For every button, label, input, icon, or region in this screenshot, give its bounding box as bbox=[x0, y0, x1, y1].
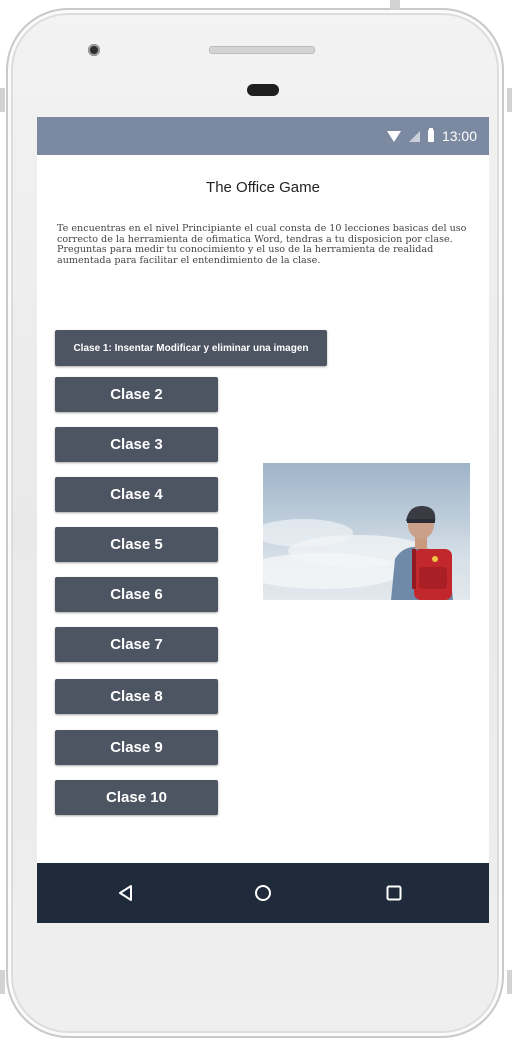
battery-icon bbox=[427, 128, 434, 142]
home-button[interactable] bbox=[233, 863, 293, 923]
traveler-photo bbox=[263, 463, 470, 600]
traveler-illustration bbox=[263, 505, 453, 600]
wifi-icon bbox=[386, 130, 401, 142]
class-7-button[interactable]: Clase 7 bbox=[55, 627, 218, 662]
class-3-button[interactable]: Clase 3 bbox=[55, 427, 218, 462]
status-time: 13:00 bbox=[441, 128, 477, 144]
class-4-button[interactable]: Clase 4 bbox=[55, 477, 218, 512]
status-icons: 13:00 bbox=[386, 117, 477, 155]
intro-paragraph: Te encuentras en el nivel Principiante e… bbox=[57, 223, 467, 266]
back-icon bbox=[119, 885, 132, 901]
recent-apps-icon bbox=[386, 885, 402, 901]
class-8-button[interactable]: Clase 8 bbox=[55, 679, 218, 714]
status-bar: 13:00 bbox=[37, 117, 489, 155]
signal-icon bbox=[408, 130, 420, 142]
phone-screen: 13:00 The Office Game Te encuentras en e… bbox=[37, 117, 489, 923]
phone-side-button bbox=[507, 970, 512, 994]
class-6-button[interactable]: Clase 6 bbox=[55, 577, 218, 612]
front-camera bbox=[88, 44, 100, 56]
top-speaker-grille bbox=[209, 46, 315, 54]
class-9-button[interactable]: Clase 9 bbox=[55, 730, 218, 765]
page-title: The Office Game bbox=[206, 179, 320, 196]
back-button[interactable] bbox=[96, 863, 156, 923]
earpiece-speaker bbox=[247, 84, 279, 96]
phone-side-button bbox=[507, 88, 512, 112]
navigation-bar bbox=[37, 863, 489, 923]
phone-top-button bbox=[390, 0, 400, 10]
home-icon bbox=[255, 885, 271, 901]
class-10-button[interactable]: Clase 10 bbox=[55, 780, 218, 815]
phone-side-button bbox=[0, 88, 5, 112]
class-2-button[interactable]: Clase 2 bbox=[55, 377, 218, 412]
recent-apps-button[interactable] bbox=[364, 863, 424, 923]
class-5-button[interactable]: Clase 5 bbox=[55, 527, 218, 562]
class-1-button[interactable]: Clase 1: Insentar Modificar y eliminar u… bbox=[55, 330, 327, 366]
phone-side-button bbox=[0, 970, 5, 994]
